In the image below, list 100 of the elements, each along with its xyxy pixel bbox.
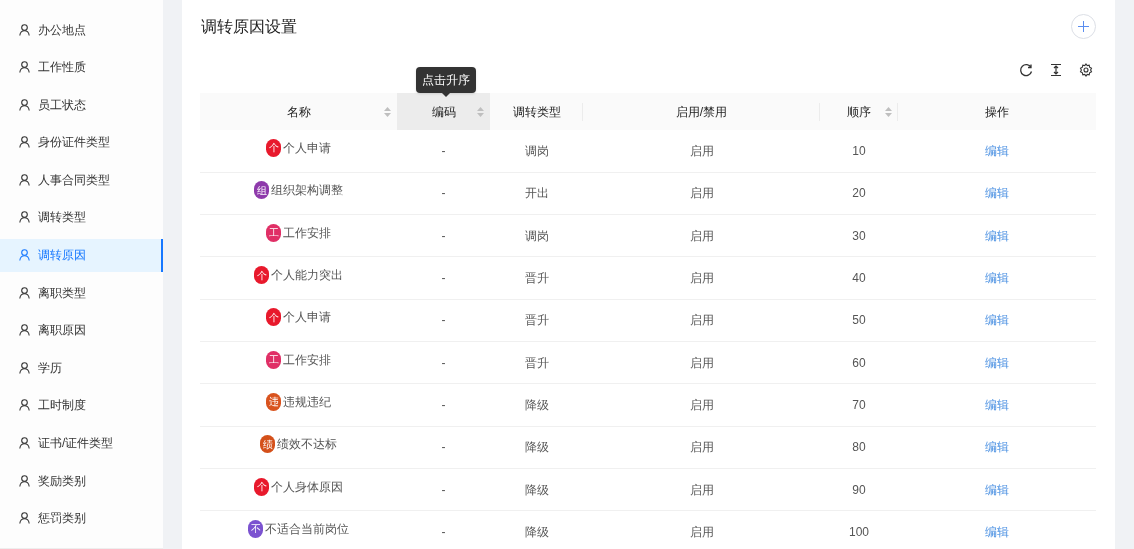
- edit-link[interactable]: 编辑: [985, 143, 1009, 158]
- table-cell: 降级: [524, 524, 549, 539]
- table-cell: 晋升: [524, 355, 549, 370]
- edit-link[interactable]: 编辑: [985, 482, 1009, 497]
- page-title: 调转原因设置: [201, 16, 297, 37]
- edit-link[interactable]: 编辑: [985, 271, 1009, 286]
- column-header: 启用/禁用: [674, 103, 729, 121]
- sidebar-item[interactable]: 工作性质: [0, 50, 163, 84]
- settings-icon[interactable]: [1079, 63, 1093, 77]
- sidebar-item[interactable]: 工时制度: [0, 388, 163, 422]
- sidebar-item[interactable]: 离职原因: [0, 313, 163, 347]
- edit-link[interactable]: 编辑: [985, 355, 1009, 370]
- table-cell-text: 组织架构调整: [271, 182, 343, 200]
- table-cell-text: 个人申请: [283, 139, 331, 157]
- sidebar-item[interactable]: 学历: [0, 351, 163, 385]
- table-cell: 降级: [524, 440, 549, 455]
- table-cell-text: 个人申请: [283, 309, 331, 327]
- sidebar-item[interactable]: 身份证件类型: [0, 125, 163, 159]
- table-cell: 晋升: [524, 313, 549, 328]
- table-cell: 降级: [524, 482, 549, 497]
- table-cell-text: 违规违纪: [283, 393, 331, 411]
- edit-link[interactable]: 编辑: [985, 228, 1009, 243]
- table-cell: 20: [852, 186, 866, 201]
- table-cell: -: [441, 186, 446, 201]
- sidebar-item[interactable]: 调转类型: [0, 200, 163, 234]
- sort-icon[interactable]: [885, 107, 892, 117]
- table-cell: 启用: [689, 186, 714, 201]
- avatar-badge: 组: [254, 181, 269, 200]
- table-cell: -: [441, 313, 446, 328]
- sidebar-item[interactable]: 人事合同类型: [0, 163, 163, 197]
- user-icon: [19, 249, 30, 262]
- table-cell: 启用: [689, 143, 714, 158]
- table-cell: -: [441, 355, 446, 370]
- table-cell: 90: [852, 482, 866, 497]
- sidebar-item[interactable]: 奖励类别: [0, 464, 163, 498]
- user-icon: [19, 324, 30, 337]
- edit-link[interactable]: 编辑: [985, 524, 1009, 539]
- avatar-badge: 个: [254, 266, 269, 285]
- edit-link[interactable]: 编辑: [985, 440, 1009, 455]
- table-cell-text: 绩效不达标: [277, 436, 337, 454]
- avatar-badge: 违: [266, 392, 281, 411]
- table-cell: 降级: [524, 397, 549, 412]
- user-icon: [19, 399, 30, 412]
- sidebar-item[interactable]: 员工状态: [0, 88, 163, 122]
- user-icon: [19, 23, 30, 36]
- table-cell: 30: [852, 228, 866, 243]
- table-cell-text: 个人能力突出: [271, 267, 343, 285]
- sidebar-item[interactable]: 办公地点: [0, 13, 163, 46]
- edit-link[interactable]: 编辑: [985, 186, 1009, 201]
- column-header[interactable]: 顺序: [839, 98, 879, 125]
- table-cell: 启用: [689, 313, 714, 328]
- avatar-badge: 不: [248, 519, 263, 538]
- table-cell: 启用: [689, 355, 714, 370]
- table-cell: -: [441, 524, 446, 539]
- avatar-badge: 个: [266, 308, 281, 327]
- table-cell: 100: [849, 524, 869, 539]
- table-cell: 启用: [689, 440, 714, 455]
- table-cell: 晋升: [524, 271, 549, 286]
- table-cell-text: 工作安排: [283, 224, 331, 242]
- table-cell: -: [441, 228, 446, 243]
- avatar-badge: 工: [266, 350, 281, 369]
- column-header: 操作: [984, 103, 1010, 121]
- user-icon: [19, 286, 30, 299]
- table-cell: 80: [852, 440, 866, 455]
- table-cell-text: 个人身体原因: [271, 478, 343, 496]
- edit-link[interactable]: 编辑: [985, 313, 1009, 328]
- user-icon: [19, 361, 30, 374]
- table-cell: -: [441, 440, 446, 455]
- table-cell-text: 工作安排: [283, 351, 331, 369]
- user-icon: [19, 136, 30, 149]
- sidebar-item[interactable]: 离职类型: [0, 276, 163, 310]
- table-cell: 调岗: [524, 143, 549, 158]
- avatar-badge: 绩: [260, 435, 275, 454]
- user-icon: [19, 437, 30, 450]
- table-cell: -: [441, 271, 446, 286]
- table-cell: -: [441, 397, 446, 412]
- user-icon: [19, 98, 30, 111]
- avatar-badge: 个: [266, 138, 281, 157]
- column-header: 调转类型: [511, 103, 562, 121]
- table-cell: 启用: [689, 228, 714, 243]
- user-icon: [19, 61, 30, 74]
- table-cell: 70: [852, 397, 866, 412]
- column-header[interactable]: 名称: [278, 98, 319, 125]
- line-height-icon[interactable]: [1049, 63, 1063, 77]
- sidebar-item[interactable]: 调转原因: [0, 238, 163, 272]
- user-icon: [19, 211, 30, 224]
- sort-icon[interactable]: [384, 107, 391, 117]
- table-cell: 启用: [689, 482, 714, 497]
- avatar-badge: 工: [266, 223, 281, 242]
- edit-link[interactable]: 编辑: [985, 397, 1009, 412]
- table-cell: 启用: [689, 271, 714, 286]
- table-cell: 启用: [689, 397, 714, 412]
- sidebar-item[interactable]: 惩罚类别: [0, 501, 163, 535]
- user-icon: [19, 512, 30, 525]
- table-cell: 10: [852, 143, 866, 158]
- sidebar-item[interactable]: 证书/证件类型: [0, 426, 163, 460]
- table-cell: -: [441, 482, 446, 497]
- refresh-icon[interactable]: [1019, 63, 1033, 77]
- table-cell: -: [441, 143, 446, 158]
- table-cell: 40: [852, 271, 866, 286]
